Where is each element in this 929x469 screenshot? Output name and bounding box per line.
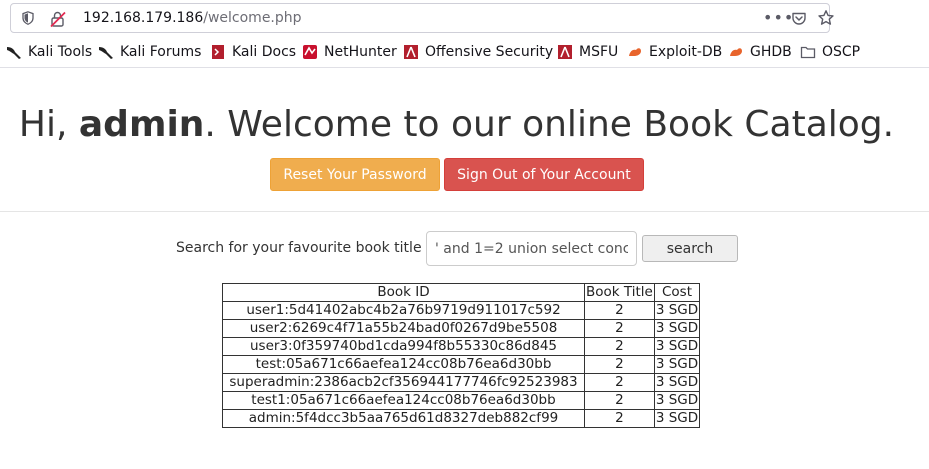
kali-dragon-icon — [7, 47, 21, 59]
username: admin — [78, 104, 205, 145]
shield-icon[interactable] — [22, 11, 34, 25]
table-row: superadmin:2386acb2cf356944177746fc92523… — [222, 373, 701, 392]
cell-book-title: 2 — [584, 373, 655, 392]
bookmark-folder-oscp[interactable]: OSCP — [800, 42, 860, 62]
table-header-row: Book ID Book Title Cost — [222, 283, 701, 302]
cell-book-title: 2 — [584, 355, 655, 374]
cell-book-id: test:05a671c66aefea124cc08b76ea6d30bb — [222, 355, 585, 374]
bookmark-offensive-security[interactable]: Offensive Security — [403, 42, 553, 62]
column-header-book-id: Book ID — [222, 283, 585, 302]
bookmark-label: Kali Tools — [28, 44, 93, 60]
cell-book-title: 2 — [584, 319, 655, 338]
greeting-suffix: . Welcome to our online Book Catalog. — [204, 104, 895, 145]
page-title: Hi, admin. Welcome to our online Book Ca… — [0, 104, 913, 145]
toolbar-divider — [0, 67, 929, 68]
bookmark-label: OSCP — [822, 44, 861, 60]
url-bar[interactable]: 192.168.179.186/welcome.php ••• — [10, 3, 834, 33]
bookmark-exploit-db[interactable]: Exploit-DB — [627, 42, 722, 62]
cell-cost: 3 SGD — [653, 373, 701, 392]
cell-book-id: test1:05a671c66aefea124cc08b76ea6d30bb — [222, 391, 585, 410]
column-header-book-title: Book Title — [584, 283, 655, 302]
insecure-lock-icon[interactable] — [49, 10, 67, 28]
bookmark-msfu[interactable]: MSFU — [557, 42, 618, 62]
exploit-db-icon — [629, 48, 641, 56]
table-row: test1:05a671c66aefea124cc08b76ea6d30bb 2… — [222, 391, 701, 410]
cell-book-title: 2 — [584, 409, 655, 428]
table-row: user1:5d41402abc4b2a76b9719d911017c592 2… — [222, 301, 701, 320]
table-row: user3:0f359740bd1cda994f8b55330c86d845 2… — [222, 337, 701, 356]
bookmarks-toolbar: Kali Tools Kali Forums Kali Docs NetHunt… — [0, 38, 929, 66]
bookmark-star-icon[interactable] — [817, 9, 835, 27]
section-divider — [0, 211, 929, 212]
cell-cost: 3 SGD — [653, 337, 701, 356]
search-input[interactable] — [426, 231, 637, 266]
cell-book-title: 2 — [584, 391, 655, 410]
cell-book-id: superadmin:2386acb2cf356944177746fc92523… — [222, 373, 585, 392]
bookmark-label: Kali Docs — [232, 44, 297, 60]
cell-cost: 3 SGD — [653, 355, 701, 374]
cell-cost: 3 SGD — [653, 391, 701, 410]
table-row: admin:5f4dcc3b5aa765d61d8327deb882cf99 2… — [222, 409, 701, 428]
kali-dragon-icon — [99, 47, 113, 59]
search-label: Search for your favourite book title — [176, 240, 422, 256]
bookmark-nethunter[interactable]: NetHunter — [302, 42, 397, 62]
folder-icon — [800, 46, 816, 59]
url-text[interactable]: 192.168.179.186/welcome.php — [83, 10, 302, 26]
bookmark-label: GHDB — [750, 44, 792, 60]
cell-cost: 3 SGD — [653, 409, 701, 428]
exploit-db-icon — [730, 48, 742, 56]
table-row: user2:6269c4f71a55b24bad0f0267d9be5508 2… — [222, 319, 701, 338]
cell-book-title: 2 — [584, 337, 655, 356]
page-actions-icon[interactable]: ••• — [763, 8, 794, 27]
greeting-prefix: Hi, — [18, 104, 79, 145]
cell-book-id: admin:5f4dcc3b5aa765d61d8327deb882cf99 — [222, 409, 585, 428]
bookmark-label: Exploit-DB — [649, 44, 723, 60]
bookmark-kali-tools[interactable]: Kali Tools — [6, 42, 92, 62]
nethunter-icon — [303, 45, 317, 59]
bookmark-ghdb[interactable]: GHDB — [728, 42, 792, 62]
pocket-icon[interactable] — [791, 11, 807, 27]
bookmark-label: Offensive Security — [425, 44, 554, 60]
cell-book-title: 2 — [584, 301, 655, 320]
table-row: test:05a671c66aefea124cc08b76ea6d30bb 2 … — [222, 355, 701, 374]
column-header-cost: Cost — [653, 283, 701, 302]
books-table: Book ID Book Title Cost user1:5d41402abc… — [222, 283, 701, 428]
cell-book-id: user2:6269c4f71a55b24bad0f0267d9be5508 — [222, 319, 585, 338]
offsec-icon — [404, 45, 418, 59]
search-button[interactable]: search — [642, 235, 738, 262]
cell-cost: 3 SGD — [653, 301, 701, 320]
cell-book-id: user3:0f359740bd1cda994f8b55330c86d845 — [222, 337, 585, 356]
bookmark-label: MSFU — [579, 44, 619, 60]
url-host: 192.168.179.186 — [83, 10, 204, 26]
sign-out-button[interactable]: Sign Out of Your Account — [444, 158, 644, 191]
reset-password-button[interactable]: Reset Your Password — [270, 158, 440, 191]
bookmark-kali-docs[interactable]: Kali Docs — [210, 42, 296, 62]
bookmark-label: Kali Forums — [120, 44, 202, 60]
cell-book-id: user1:5d41402abc4b2a76b9719d911017c592 — [222, 301, 585, 320]
offsec-icon — [558, 45, 572, 59]
kali-docs-icon — [212, 45, 224, 59]
bookmark-label: NetHunter — [324, 44, 397, 60]
cell-cost: 3 SGD — [653, 319, 701, 338]
url-path: /welcome.php — [203, 10, 302, 26]
bookmark-kali-forums[interactable]: Kali Forums — [98, 42, 201, 62]
